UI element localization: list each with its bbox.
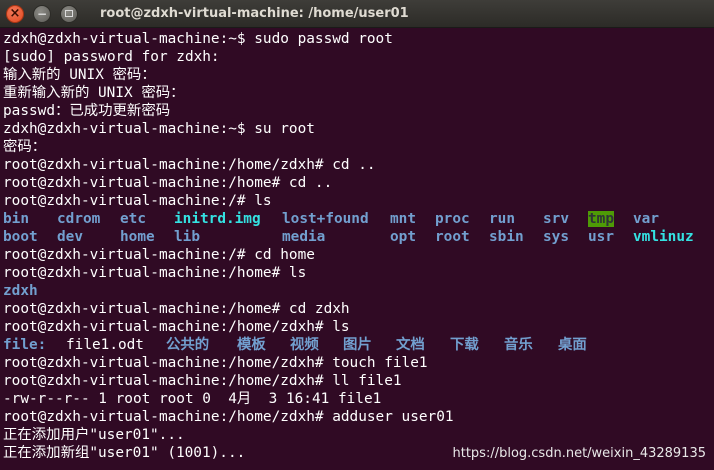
ls-entry-dir: 模板 — [237, 337, 266, 353]
terminal-line: root@zdxh-virtual-machine:/home/zdxh# to… — [3, 355, 428, 371]
terminal-line: 重新输入新的 UNIX 密码： — [3, 85, 185, 101]
ls-entry-dir: 桌面 — [558, 337, 587, 353]
terminal-output[interactable]: zdxh@zdxh-virtual-machine:~$ sudo passwd… — [0, 30, 714, 470]
terminal-line: root@zdxh-virtual-machine:/home# ls — [3, 265, 307, 281]
ls-entry-link: initrd.img — [174, 211, 261, 227]
ls-entry-dir: zdxh — [3, 283, 38, 299]
terminal-line: root@zdxh-virtual-machine:/home# cd .. — [3, 175, 333, 191]
ls-entry-dir: run — [489, 211, 515, 227]
ls-entry-dir: sys — [543, 229, 569, 245]
terminal-window: × − root@zdxh-virtual-machine: /home/use… — [0, 0, 714, 470]
terminal-line: [sudo] password for zdxh: — [3, 49, 220, 65]
ls-entry-dir: 文档 — [396, 337, 425, 353]
watermark-url: https://blog.csdn.net/weixin_43289135 — [452, 446, 706, 461]
terminal-line: root@zdxh-virtual-machine:/home/zdxh# ad… — [3, 409, 454, 425]
maximize-icon — [65, 10, 73, 17]
ls-output-row: boot dev home lib media opt root sbin sy… — [3, 228, 714, 246]
ls-entry-dir: 视频 — [290, 337, 319, 353]
ls-output-row: bin cdrom etc initrd.img lost+found mnt … — [3, 210, 714, 228]
ls-output-row: zdxh — [3, 282, 714, 300]
ls-entry-dir: 图片 — [343, 337, 372, 353]
terminal-line: 输入新的 UNIX 密码： — [3, 67, 156, 83]
ls-entry-link: vmlinuz — [633, 229, 694, 245]
ls-entry-dir: dev — [57, 229, 83, 245]
ls-entry-dir: lib — [174, 229, 200, 245]
ls-entry-dir: lost+found — [282, 211, 369, 227]
terminal-line: -rw-r--r-- 1 root root 0 4月 3 16:41 file… — [3, 391, 382, 407]
ls-entry-dir: media — [282, 229, 326, 245]
ls-entry-dir: file: — [3, 337, 47, 353]
ls-entry-dir: root — [435, 229, 470, 245]
ls-entry-sticky: tmp — [588, 211, 614, 227]
ls-entry-dir: srv — [543, 211, 569, 227]
terminal-line: passwd：已成功更新密码 — [3, 103, 171, 119]
ls-entry-dir: 公共的 — [166, 337, 210, 353]
title-bar[interactable]: × − root@zdxh-virtual-machine: /home/use… — [0, 0, 714, 28]
terminal-line: root@zdxh-virtual-machine:/home/zdxh# ls — [3, 319, 350, 335]
terminal-line: 正在添加用户"user01"... — [3, 427, 185, 443]
ls-entry-dir: home — [120, 229, 155, 245]
terminal-line: root@zdxh-virtual-machine:/# ls — [3, 193, 272, 209]
ls-output-row: file: file1.odt 公共的 模板 视频 图片 文档 下载 音乐 桌面 — [3, 336, 714, 354]
window-title: root@zdxh-virtual-machine: /home/user01 — [100, 6, 409, 21]
ls-entry-wrap: tmp — [588, 210, 633, 228]
ls-entry-dir: opt — [390, 229, 416, 245]
ls-entry-dir: bin — [3, 211, 29, 227]
ls-entry-dir: var — [633, 211, 659, 227]
terminal-line: zdxh@zdxh-virtual-machine:~$ sudo passwd… — [3, 31, 393, 47]
terminal-line: root@zdxh-virtual-machine:/# cd home — [3, 247, 315, 263]
close-button[interactable]: × — [6, 4, 24, 23]
ls-entry-dir: proc — [435, 211, 470, 227]
terminal-line: root@zdxh-virtual-machine:/home/zdxh# ll… — [3, 373, 402, 389]
ls-entry-dir: cdrom — [57, 211, 101, 227]
ls-entry-dir: usr — [588, 229, 614, 245]
close-icon: × — [9, 6, 21, 21]
terminal-line: root@zdxh-virtual-machine:/home# cd zdxh — [3, 301, 350, 317]
ls-entry-dir: boot — [3, 229, 38, 245]
ls-entry-dir: etc — [120, 211, 146, 227]
ls-entry-dir: sbin — [489, 229, 524, 245]
ls-entry-dir: mnt — [390, 211, 416, 227]
terminal-line: root@zdxh-virtual-machine:/home/zdxh# cd… — [3, 157, 376, 173]
ls-entry-dir: 下载 — [450, 337, 479, 353]
maximize-button[interactable] — [60, 4, 78, 23]
terminal-line: 密码： — [3, 139, 47, 155]
minimize-button[interactable]: − — [33, 4, 51, 23]
terminal-line: zdxh@zdxh-virtual-machine:~$ su root — [3, 121, 315, 137]
ls-entry-dir: 音乐 — [504, 337, 533, 353]
ls-entry-file: file1.odt — [66, 337, 144, 353]
minimize-icon: − — [36, 6, 48, 21]
